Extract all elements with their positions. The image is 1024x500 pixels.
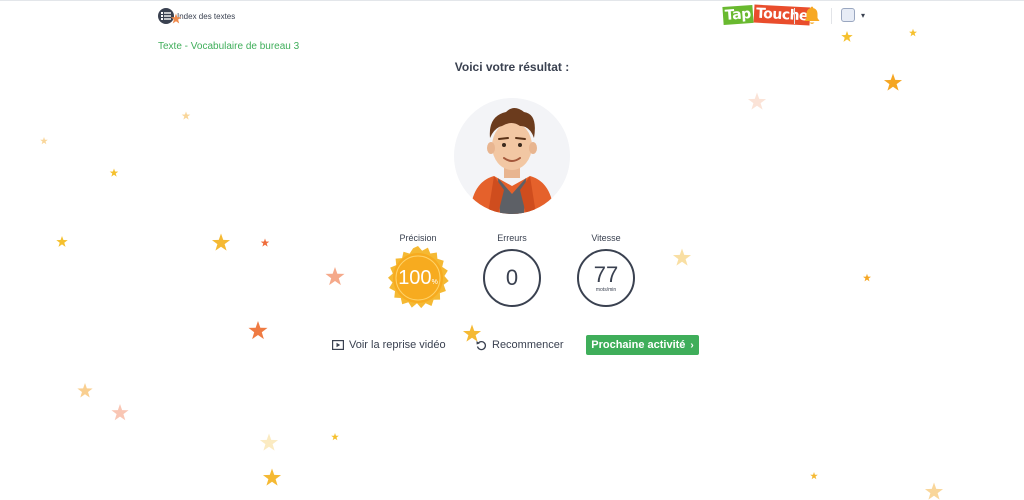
restart-button[interactable]: Recommencer [476,335,564,355]
star-icon [810,472,818,480]
next-activity-button[interactable]: Prochaine activité › [586,335,699,355]
star-icon [211,233,231,251]
top-border [0,0,1024,1]
errors-stat: Erreurs 0 [472,233,552,307]
errors-label: Erreurs [497,233,527,243]
star-icon [181,111,191,120]
star-icon [40,137,48,145]
precision-number: 100 [398,266,432,289]
star-icon [77,383,93,398]
replay-video-button[interactable]: Voir la reprise vidéo [332,335,446,355]
user-menu[interactable]: ▾ [841,8,865,22]
star-icon [262,468,282,486]
precision-seal: 100% [385,245,451,311]
notifications-bell-icon[interactable] [803,6,821,26]
replay-video-label: Voir la reprise vidéo [349,339,446,351]
precision-value: 100% [385,245,451,311]
index-des-textes-link[interactable]: Index des textes [158,8,235,24]
chevron-right-icon: › [690,339,694,351]
precision-unit: % [431,278,438,286]
star-icon [863,273,871,282]
list-icon [158,8,174,24]
taptouche-logo[interactable]: Tap Touche [722,4,811,26]
star-icon [841,31,853,42]
breadcrumb[interactable]: Texte - Vocabulaire de bureau 3 [158,41,299,52]
star-icon [259,433,279,451]
index-des-textes-label: Index des textes [177,11,236,21]
speed-value: 77 [593,261,619,287]
speed-label: Vitesse [591,233,621,243]
star-icon [109,168,119,177]
star-icon [747,92,767,110]
header-divider [794,8,795,24]
precision-label: Précision [399,233,437,243]
star-icon [672,248,692,266]
star-icon [331,433,339,441]
errors-circle: 0 [483,249,541,307]
next-activity-label: Prochaine activité [591,339,686,351]
video-icon [332,340,344,350]
star-icon [56,236,68,247]
result-actions: Voir la reprise vidéo Recommencer Procha… [0,335,1024,357]
speed-unit: mots/min [595,286,617,293]
speed-circle: 77 mots/min [577,249,635,307]
logo-part-2: Touche [753,4,811,26]
star-icon [111,404,129,421]
restart-icon [476,340,487,350]
star-icon [260,238,270,247]
chevron-down-icon: ▾ [861,10,866,20]
header-divider [831,8,832,24]
speed-stat: Vitesse 77 mots/min [566,233,646,307]
star-icon [883,73,903,91]
star-icon [325,267,345,286]
avatar [454,98,570,214]
star-icon [924,482,944,500]
logo-part-1: Tap [722,4,754,26]
restart-label: Recommencer [492,339,564,351]
user-icon [841,8,855,22]
star-icon [909,28,917,37]
page-title: Voici votre résultat : [454,60,570,74]
precision-stat: Précision 100% [378,233,458,315]
errors-value: 0 [505,265,519,290]
